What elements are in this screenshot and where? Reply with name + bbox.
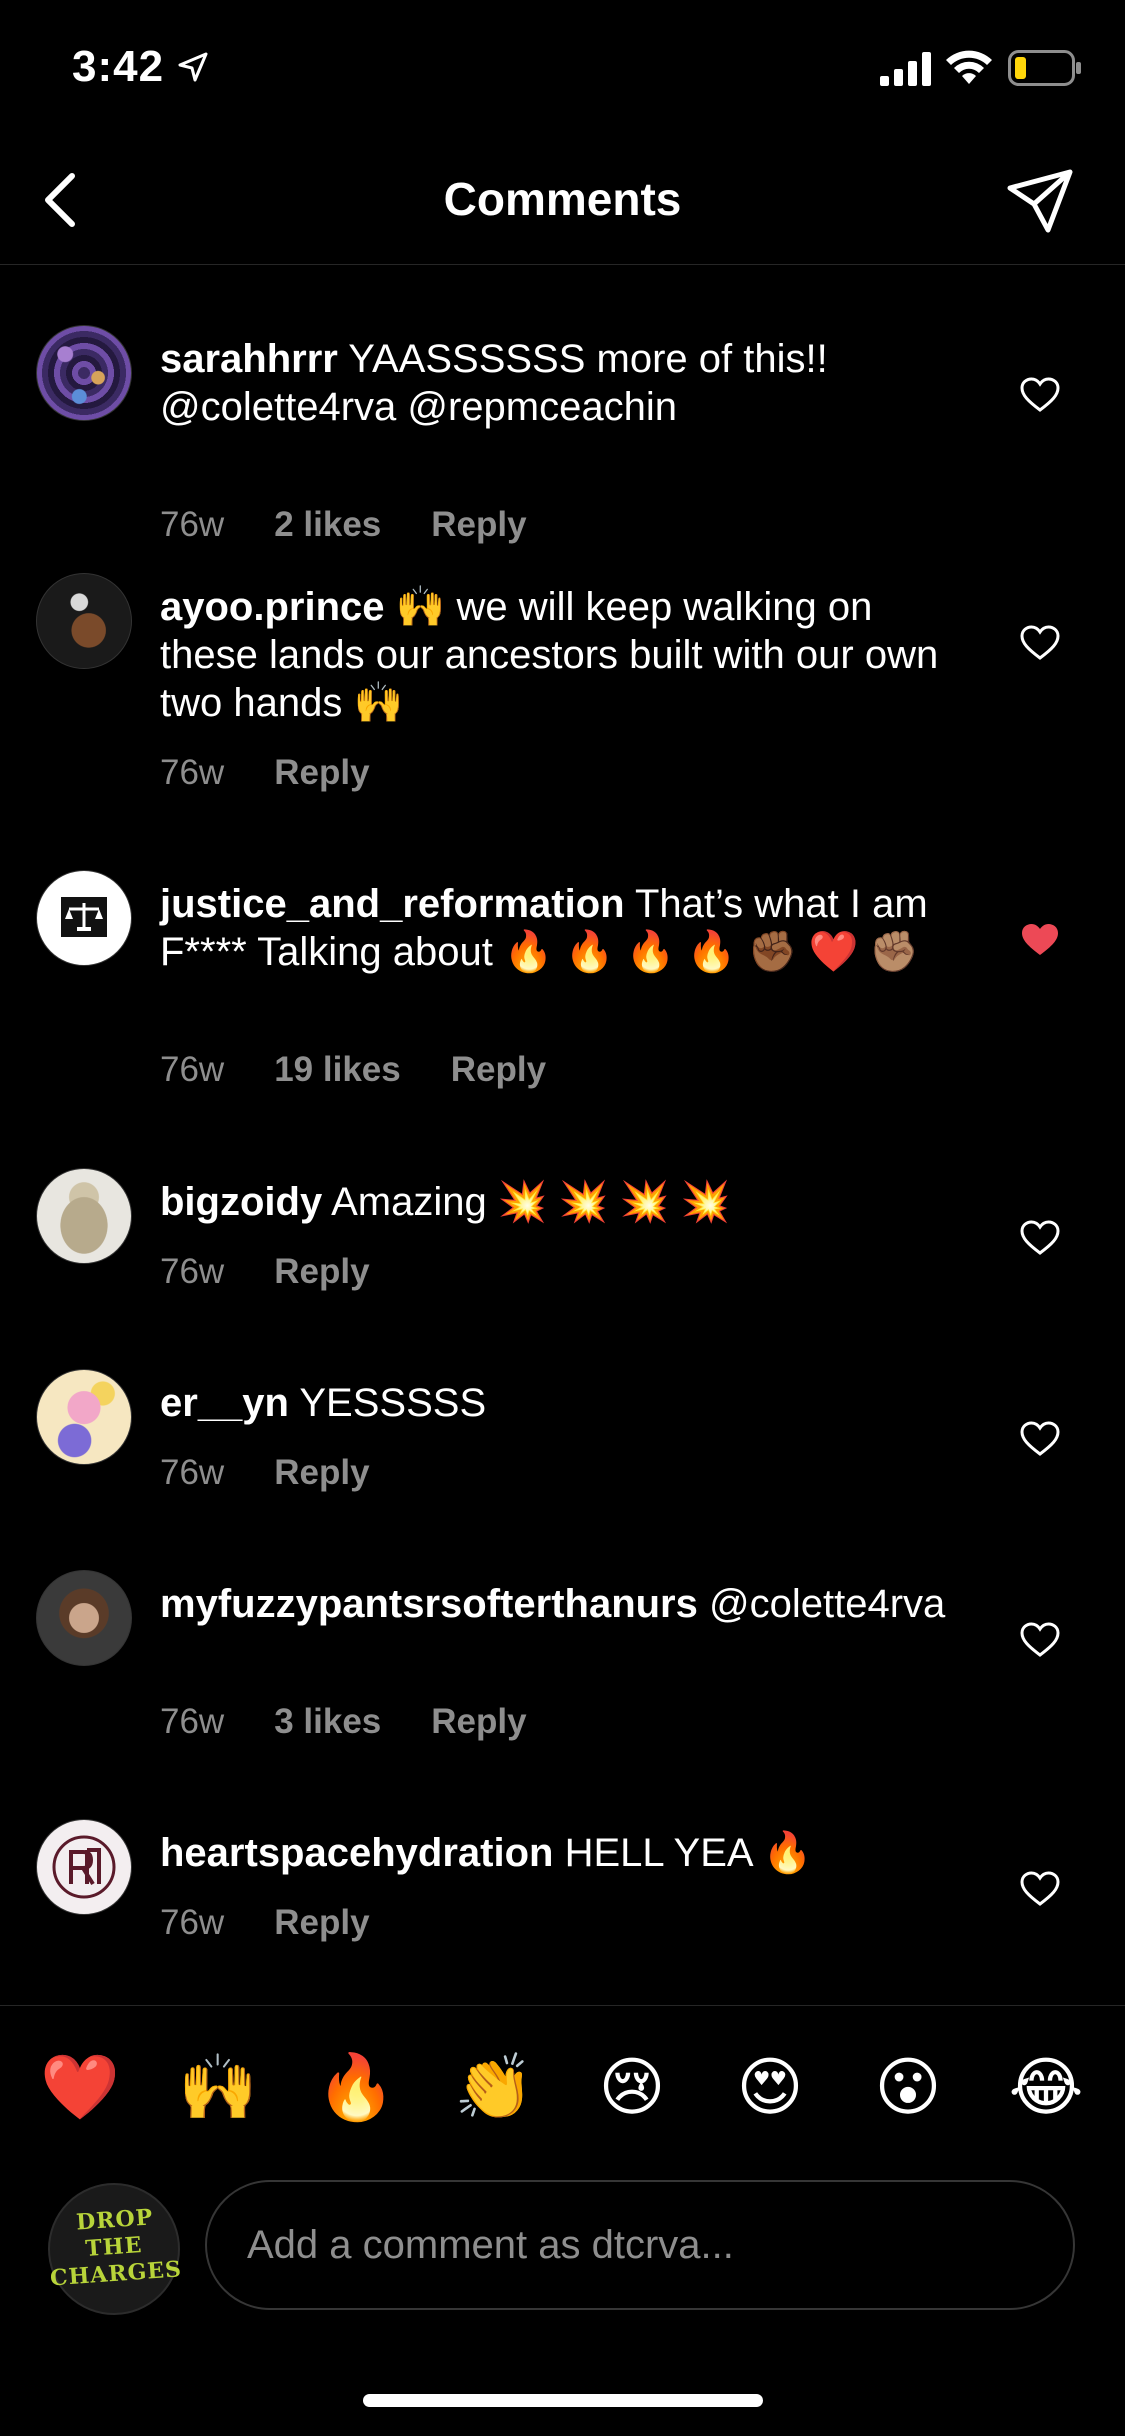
comment-age: 76w: [160, 1903, 225, 1942]
quick-emoji-surprised[interactable]: 😮: [863, 2048, 953, 2128]
quick-emoji-raised-hands[interactable]: 🙌: [173, 2048, 263, 2128]
comment-username[interactable]: myfuzzypantsrsofterthanurs: [160, 1582, 698, 1626]
avatar[interactable]: [36, 1369, 132, 1465]
comment-age: 76w: [160, 1702, 225, 1741]
reply-button[interactable]: Reply: [431, 505, 526, 544]
scales-of-justice-icon: [61, 897, 107, 937]
page-title: Comments: [443, 173, 682, 225]
quick-emoji-fire[interactable]: 🔥: [311, 2048, 401, 2128]
comment-username[interactable]: bigzoidy: [160, 1180, 322, 1224]
comment-age: 76w: [160, 753, 225, 792]
comment-username[interactable]: er__yn: [160, 1381, 289, 1425]
comment-meta: 76w 19 likes Reply: [160, 1050, 596, 1090]
heart-outline-icon[interactable]: [1020, 1622, 1060, 1658]
quick-emoji-heart[interactable]: ❤️: [35, 2048, 125, 2128]
heart-outline-icon[interactable]: [1020, 625, 1060, 661]
comment-age: 76w: [160, 1050, 225, 1089]
status-time: 3:42: [72, 42, 165, 91]
heart-outline-icon[interactable]: [1020, 1421, 1060, 1457]
header-bar: Comments: [0, 140, 1125, 265]
comment-meta: 76w 3 likes Reply: [160, 1702, 577, 1742]
comment-text: Amazing 💥 💥 💥 💥: [322, 1180, 731, 1224]
reply-button[interactable]: Reply: [431, 1702, 526, 1741]
comment-age: 76w: [160, 1453, 225, 1492]
comment-meta: 76w Reply: [160, 753, 420, 793]
comment-text: HELL YEA 🔥: [553, 1831, 813, 1875]
comment-likes[interactable]: 2 likes: [274, 505, 381, 544]
avatar[interactable]: [36, 870, 132, 966]
quick-emoji-crying[interactable]: 😢: [587, 2048, 677, 2128]
reply-button[interactable]: Reply: [274, 1453, 369, 1492]
comment-meta: 76w Reply: [160, 1453, 420, 1493]
comment-meta: 76w Reply: [160, 1903, 420, 1943]
avatar[interactable]: [36, 1819, 132, 1915]
quick-emoji-laughing[interactable]: 😂: [1001, 2048, 1091, 2128]
reply-button[interactable]: Reply: [451, 1050, 546, 1089]
home-indicator: [363, 2394, 763, 2407]
send-direct-icon[interactable]: [1004, 166, 1076, 236]
location-arrow-icon: [178, 52, 208, 82]
reply-button[interactable]: Reply: [274, 1252, 369, 1291]
avatar[interactable]: [36, 573, 132, 669]
comment-username[interactable]: ayoo.prince: [160, 585, 385, 629]
reply-button[interactable]: Reply: [274, 753, 369, 792]
quick-emoji-heart-eyes[interactable]: 😍: [725, 2048, 815, 2128]
heart-outline-icon[interactable]: [1020, 377, 1060, 413]
comment-meta: 76w Reply: [160, 1252, 420, 1292]
current-user-avatar: DROP THE CHARGES: [48, 2183, 183, 2315]
avatar[interactable]: [36, 1168, 132, 1264]
comment-age: 76w: [160, 505, 225, 544]
reply-button[interactable]: Reply: [274, 1903, 369, 1942]
comment-meta: 76w 2 likes Reply: [160, 505, 577, 545]
comment-composer: DROP THE CHARGES: [0, 2165, 1125, 2315]
heart-filled-icon[interactable]: [1020, 922, 1060, 958]
comment-age: 76w: [160, 1252, 225, 1291]
brand-logo-icon: [52, 1835, 116, 1899]
comment-username[interactable]: heartspacehydration: [160, 1831, 553, 1875]
avatar[interactable]: [36, 325, 132, 421]
wifi-icon: [946, 50, 992, 84]
cellular-signal-icon: [880, 52, 931, 86]
comment-text: YESSSSS: [288, 1381, 487, 1425]
status-bar: 3:42: [0, 0, 1125, 140]
comment-username[interactable]: sarahhrrr: [160, 337, 338, 381]
quick-emoji-clap[interactable]: 👏: [449, 2048, 539, 2128]
avatar[interactable]: [36, 1570, 132, 1666]
comment-likes[interactable]: 19 likes: [274, 1050, 401, 1089]
quick-reaction-bar: ❤️ 🙌 🔥 👏 😢 😍 😮 😂: [0, 2005, 1125, 2166]
heart-outline-icon[interactable]: [1020, 1871, 1060, 1907]
comment-username[interactable]: justice_and_reformation: [160, 882, 625, 926]
heart-outline-icon[interactable]: [1020, 1220, 1060, 1256]
comment-text: @colette4rva: [697, 1582, 946, 1626]
comment-likes[interactable]: 3 likes: [274, 1702, 381, 1741]
comment-list[interactable]: sarahhrrr YAASSSSSS more of this!! @cole…: [0, 265, 1125, 2000]
battery-icon: [1008, 50, 1081, 86]
comment-input[interactable]: [205, 2180, 1075, 2310]
